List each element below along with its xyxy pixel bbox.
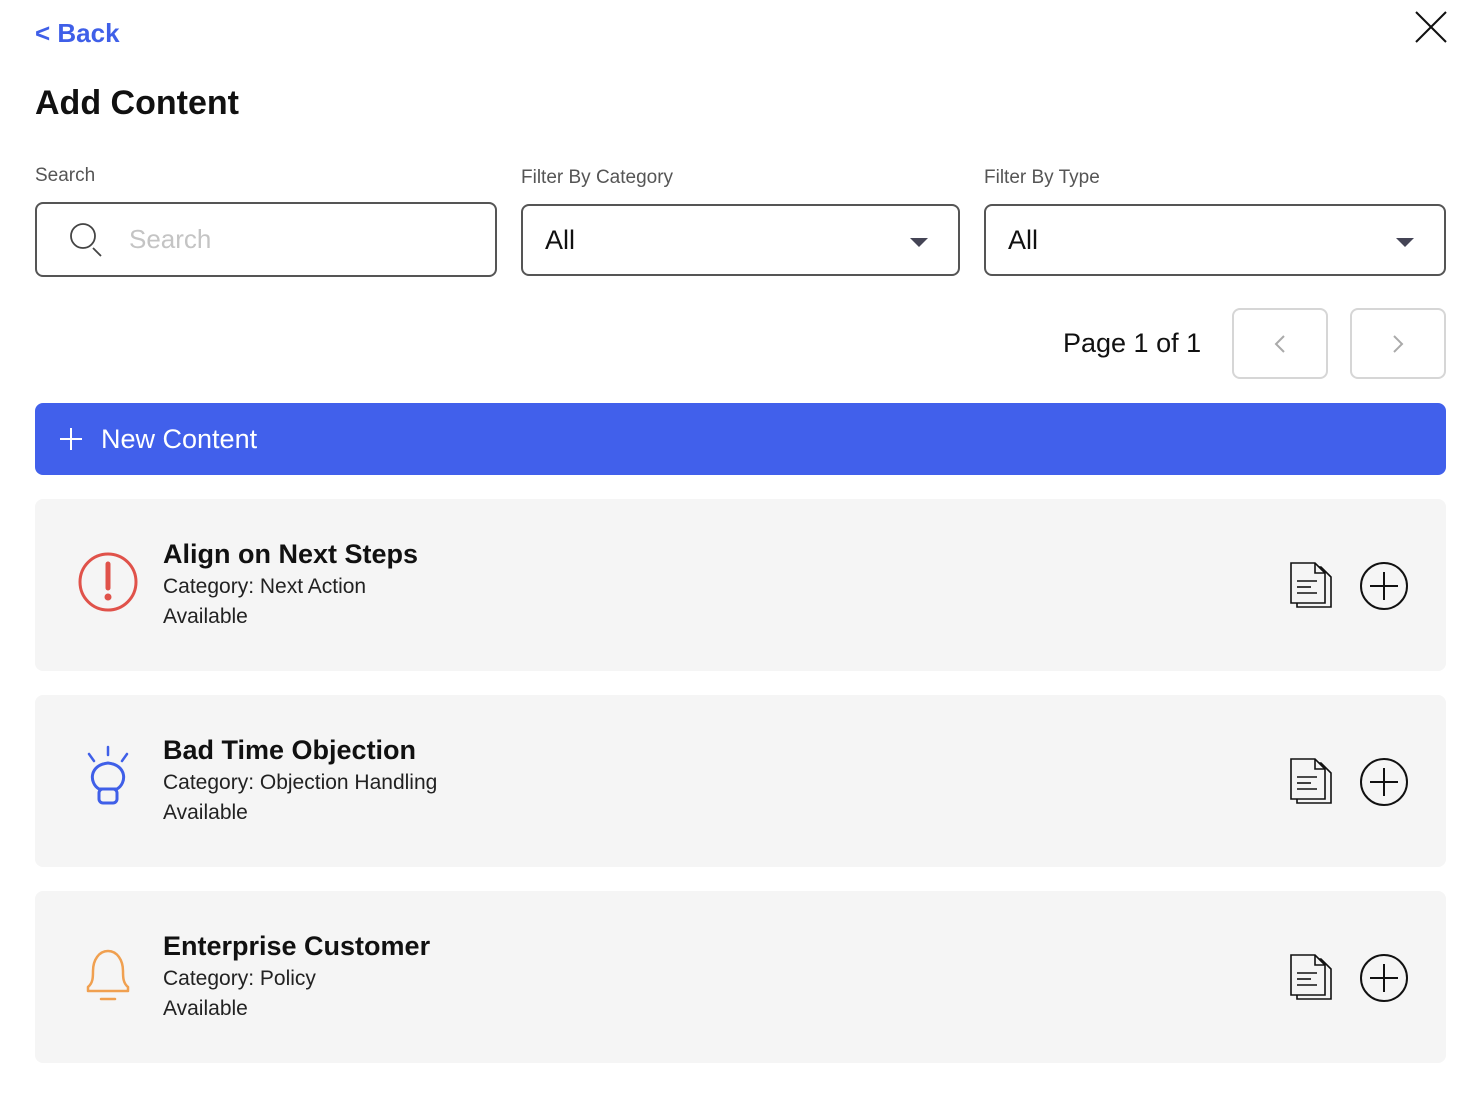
documents-icon [1290,758,1332,804]
previous-page-button[interactable] [1232,308,1328,379]
preview-document-button[interactable] [1287,757,1335,807]
chevron-right-icon [1393,334,1404,353]
preview-document-button[interactable] [1287,953,1335,1003]
type-filter-label: Filter By Type [984,167,1100,188]
content-title: Bad Time Objection [163,735,417,765]
content-title: Align on Next Steps [163,539,419,569]
plus-icon [60,428,82,450]
plus-circle-icon [1360,954,1408,1002]
content-title: Enterprise Customer [163,931,431,961]
content-status: Available [163,605,248,628]
add-content-button[interactable] [1358,756,1410,808]
type-filter-select[interactable]: All [984,204,1446,276]
add-content-button[interactable] [1358,560,1410,612]
content-card: Align on Next Steps Category: Next Actio… [35,499,1446,671]
search-field[interactable] [35,202,497,277]
category-filter-label: Filter By Category [521,167,674,188]
back-label: < Back [35,18,120,48]
content-card: Enterprise Customer Category: Policy Ava… [35,891,1446,1063]
content-card: Bad Time Objection Category: Objection H… [35,695,1446,867]
content-category: Category: Policy [163,967,316,990]
bell-icon [86,949,130,1001]
page-title: Add Content [35,84,239,122]
chevron-down-icon [910,237,928,247]
close-button[interactable] [1410,8,1450,48]
alert-circle-icon [78,552,138,612]
back-link[interactable]: < Back [35,18,120,49]
documents-icon [1290,562,1332,608]
documents-icon [1290,954,1332,1000]
type-filter-value: All [1008,224,1039,255]
plus-circle-icon [1360,562,1408,610]
new-content-button[interactable]: New Content [35,403,1446,475]
chevron-left-icon [1274,334,1285,353]
new-content-label: New Content [101,423,258,454]
content-category: Category: Next Action [163,575,367,598]
category-filter-select[interactable]: All [521,204,960,276]
next-page-button[interactable] [1350,308,1446,379]
content-status: Available [163,801,248,824]
lightbulb-icon [87,745,129,805]
page-indicator: Page 1 of 1 [1063,328,1202,358]
chevron-down-icon [1396,237,1414,247]
preview-document-button[interactable] [1287,561,1335,611]
add-content-panel: < Back Add Content Search Filter By Cate… [0,0,1482,1106]
content-category: Category: Objection Handling [163,771,438,794]
close-icon [1415,11,1447,43]
plus-circle-icon [1360,758,1408,806]
category-filter-value: All [545,224,576,255]
add-content-button[interactable] [1358,952,1410,1004]
search-label: Search [35,165,96,186]
content-status: Available [163,997,248,1020]
search-input[interactable] [129,224,449,255]
search-icon [70,222,102,257]
